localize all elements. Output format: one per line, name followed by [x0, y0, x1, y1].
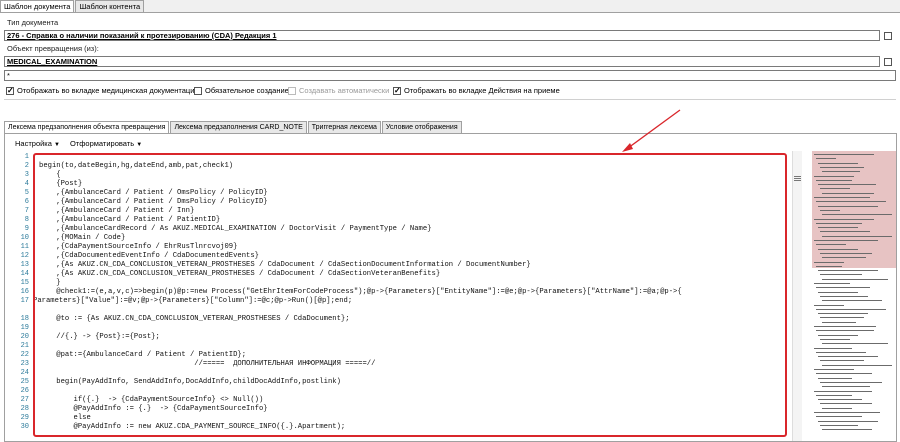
annotation-arrow-icon: [622, 109, 681, 152]
